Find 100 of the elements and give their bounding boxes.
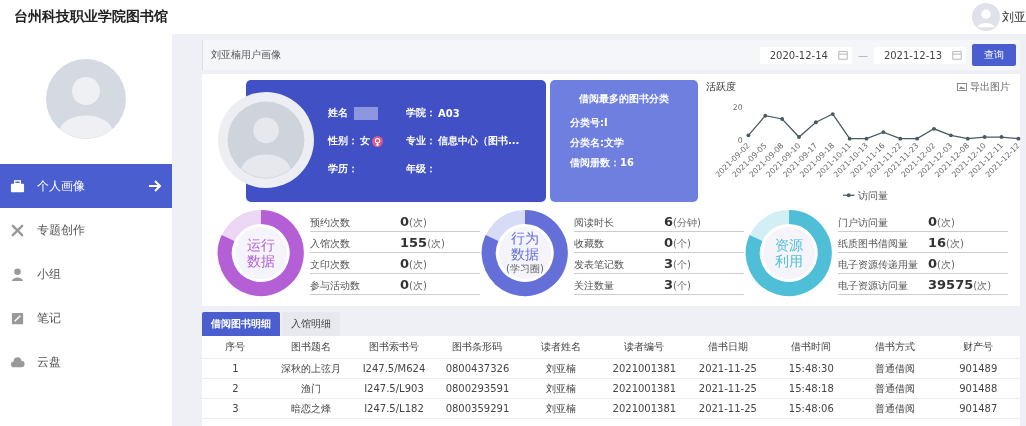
user-name[interactable]: 刘亚 — [1002, 8, 1026, 26]
sidebar-item[interactable]: 个人画像 — [0, 164, 172, 208]
calendar-icon — [837, 50, 848, 60]
ring-label: 运行 — [247, 236, 275, 253]
field-label: 姓名 — [328, 106, 348, 120]
stat-value: 0 — [928, 214, 938, 229]
column-header: 序号 — [224, 340, 247, 354]
table-cell-text: 渔门 — [299, 381, 322, 396]
redacted-block — [354, 106, 378, 120]
data-point — [813, 120, 818, 125]
field-value: A03 — [438, 107, 460, 119]
table-cell-text: 1 — [231, 363, 240, 374]
column-header: 财产号 — [962, 340, 995, 354]
note-icon — [10, 310, 25, 326]
sidebar-item[interactable]: 小组 — [0, 252, 172, 296]
ring-label: 行为 — [511, 229, 539, 246]
data-point — [830, 112, 835, 116]
data-point — [763, 113, 768, 118]
sidebar-item[interactable]: 笔记 — [0, 296, 172, 340]
data-point — [864, 136, 869, 141]
ring-label: 数据 — [247, 253, 275, 270]
field-label: 年级： — [406, 162, 436, 176]
table-cell-text: 901488 — [958, 383, 999, 394]
data-point — [881, 130, 886, 134]
chart-title: 活跃度 — [706, 80, 736, 94]
data-point — [746, 133, 751, 138]
legend-marker-icon — [842, 193, 856, 198]
export-image-link[interactable]: 导出图片 — [957, 80, 1010, 94]
data-point — [999, 135, 1004, 139]
user-avatar-icon[interactable] — [972, 3, 1000, 31]
table-cell-text: 3 — [231, 403, 240, 414]
data-point — [1016, 136, 1021, 141]
field-value: 女 — [360, 134, 370, 148]
end-date-field[interactable]: 2021-12-13 — [873, 46, 966, 64]
column-header: 读者编号 — [623, 340, 666, 354]
stat-label: 参与活动数 — [310, 279, 361, 293]
stat-value: 16 — [928, 235, 947, 250]
table-cell-text: 15:48:30 — [787, 363, 835, 374]
stat-label: 文印次数 — [310, 258, 351, 272]
stat-unit: (个) — [673, 258, 691, 272]
field-value: 信息中心（图书... — [438, 134, 520, 148]
data-point — [932, 126, 936, 131]
female-icon — [372, 135, 383, 147]
table-cell-text: 15:48:18 — [787, 383, 835, 394]
table-cell-text: 901487 — [958, 403, 999, 414]
panel-title: 刘亚楠用户画像 — [211, 48, 281, 62]
category-line: 借阅册数：16 — [570, 156, 635, 170]
column-header: 图书条形码 — [451, 340, 504, 354]
ring-label: 资源 — [775, 236, 803, 253]
column-header: 图书题名 — [289, 340, 332, 354]
start-date-field[interactable]: 2020-12-14 — [759, 46, 852, 64]
tab[interactable]: 借阅图书明细 — [202, 312, 280, 336]
avatar-silhouette-icon — [46, 59, 126, 139]
table-cell-text: I247.5/L182 — [363, 403, 425, 414]
y-tick-label: 20 — [732, 103, 743, 113]
sidebar-item[interactable]: 云盘 — [0, 340, 172, 384]
y-tick-label: 0 — [737, 136, 743, 146]
table-cell-text: I247.5/M624 — [361, 363, 427, 374]
tab[interactable]: 入馆明细 — [282, 312, 340, 336]
stat-unit: (次) — [409, 258, 427, 272]
field-label: 学院： — [406, 106, 436, 120]
table-cell-text: 暗恋之烽 — [289, 401, 332, 416]
stat-unit: (次) — [946, 237, 964, 251]
data-point — [780, 117, 785, 121]
ring-sublabel: (学习圈) — [506, 262, 544, 277]
person-icon — [10, 266, 25, 282]
stat-value: 0 — [400, 256, 410, 271]
table-cell-text: 15:48:06 — [787, 403, 835, 414]
cloud-icon — [10, 354, 25, 370]
table-cell-text: 普通借阅 — [873, 361, 916, 376]
table-cell-text: 深秋的上弦月 — [279, 361, 342, 376]
ring-label: 利用 — [775, 253, 803, 270]
avatar-silhouette-icon — [218, 92, 314, 188]
arrow-right-icon — [148, 179, 162, 193]
query-button[interactable]: 查询 — [972, 44, 1016, 66]
data-point — [847, 136, 852, 141]
stat-unit: (次) — [937, 258, 955, 272]
data-point — [797, 135, 801, 139]
table-cell-text: 刘亚楠 — [544, 361, 577, 376]
column-header: 借书时间 — [790, 340, 833, 354]
table-cell-text: 刘亚楠 — [544, 401, 577, 416]
data-point — [915, 136, 920, 141]
field-label: 专业： — [406, 134, 436, 148]
table-cell-text: 2021-11-25 — [697, 383, 758, 394]
stat-unit: (次) — [973, 279, 992, 293]
table-cell-text: 2 — [231, 383, 240, 394]
stat-label: 阅读时长 — [574, 216, 615, 230]
column-header: 借书方式 — [873, 340, 916, 354]
stat-label: 电子资源访问量 — [838, 279, 909, 293]
table-cell-text: 0800359291 — [444, 403, 511, 414]
stat-value: 0 — [664, 235, 674, 250]
stat-unit: (次) — [409, 216, 427, 230]
sidebar-item[interactable]: 专题创作 — [0, 208, 172, 252]
calendar-icon — [952, 50, 962, 60]
data-point — [948, 133, 953, 138]
briefcase-icon — [10, 178, 25, 194]
stat-unit: (分钟) — [673, 216, 701, 230]
column-header: 图书索书号 — [367, 340, 420, 354]
table-cell-text: 0800293591 — [444, 383, 511, 394]
stat-unit: (次) — [427, 237, 445, 251]
